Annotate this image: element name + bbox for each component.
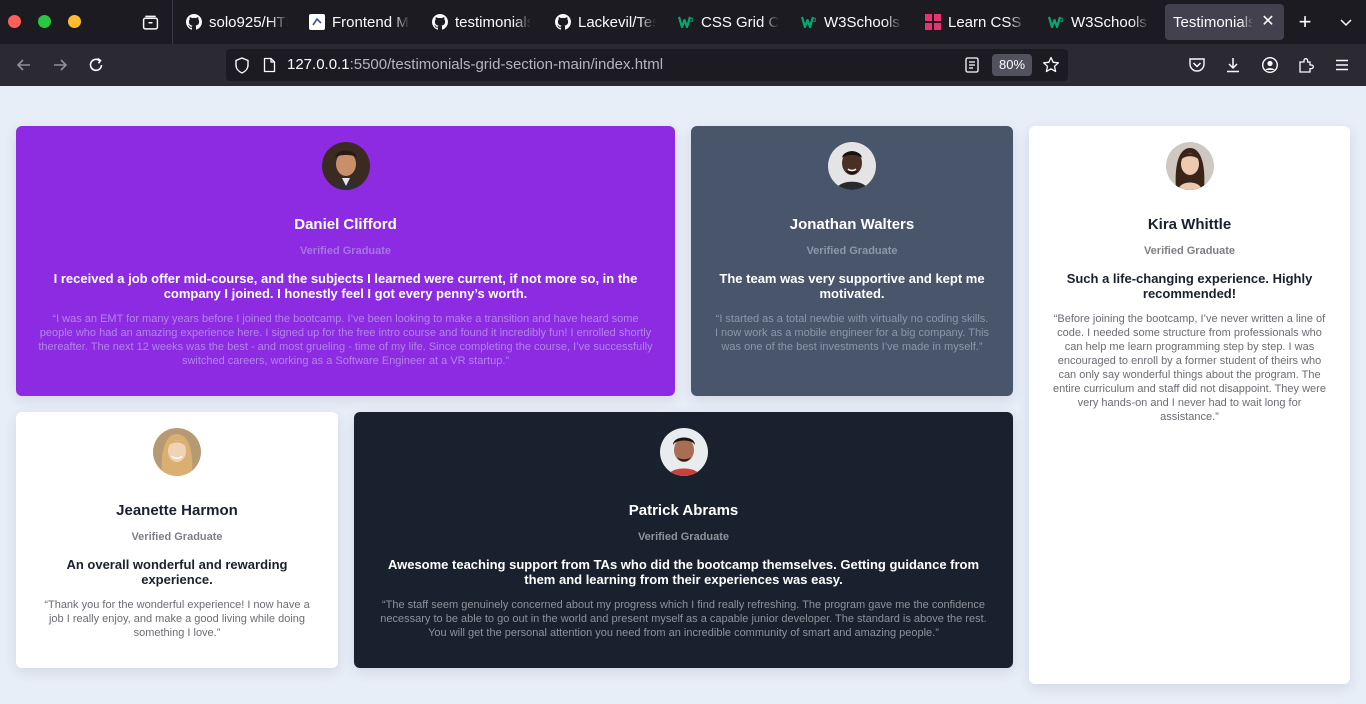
avatar bbox=[321, 142, 370, 190]
testimonial-headline: I received a job offer mid-course, and t… bbox=[53, 271, 638, 301]
extensions-icon[interactable] bbox=[1295, 54, 1317, 76]
tab-solo925[interactable]: solo925/HTML bbox=[178, 4, 296, 40]
browser-nav-bar: 127.0.0.1:5500/testimonials-grid-section… bbox=[0, 44, 1366, 86]
testimonial-quote: “I was an EMT for many years before I jo… bbox=[38, 313, 653, 367]
tab-frontend-mentor[interactable]: Frontend Mentor bbox=[301, 4, 418, 40]
back-arrow-icon[interactable] bbox=[10, 52, 38, 78]
svg-text:3: 3 bbox=[690, 18, 694, 24]
testimonial-headline: Such a life-changing experience. Highly … bbox=[1066, 271, 1313, 301]
shield-icon[interactable] bbox=[233, 56, 251, 74]
tab-label: Frontend Mentor bbox=[332, 13, 410, 31]
tab-label: CSS Grid Container bbox=[701, 13, 779, 31]
window-minimize-button[interactable] bbox=[68, 15, 81, 28]
forward-arrow-icon[interactable] bbox=[46, 52, 74, 78]
new-tab-icon[interactable]: + bbox=[1291, 8, 1319, 36]
github-icon bbox=[555, 14, 571, 30]
tab-css-grid-container[interactable]: 3 CSS Grid Container bbox=[670, 4, 787, 40]
tab-lackevil[interactable]: Lackevil/Testimonials bbox=[547, 4, 664, 40]
testimonial-headline: An overall wonderful and rewarding exper… bbox=[66, 557, 288, 587]
window-maximize-button[interactable] bbox=[38, 15, 51, 28]
tab-label: Testimonials bbox=[1173, 13, 1253, 31]
person-name: Jeanette Harmon bbox=[116, 502, 238, 519]
tab-w3schools-tryit-1[interactable]: 3 W3Schools Tryit bbox=[793, 4, 910, 40]
person-name: Patrick Abrams bbox=[628, 502, 739, 519]
url-text[interactable]: 127.0.0.1:5500/testimonials-grid-section… bbox=[287, 56, 663, 74]
tab-testimonials-grid[interactable]: testimonials-grid bbox=[424, 4, 539, 40]
testimonial-card-kira: Kira Whittle Verified Graduate Such a li… bbox=[1029, 126, 1350, 684]
verified-badge: Verified Graduate bbox=[806, 245, 898, 257]
w3schools-icon: 3 bbox=[678, 14, 694, 30]
tab-label: Lackevil/Testimonials bbox=[578, 13, 656, 31]
tab-testimonials-active[interactable]: Testimonials ✕ bbox=[1165, 4, 1284, 40]
verified-badge: Verified Graduate bbox=[1143, 245, 1236, 257]
firefox-view-button[interactable] bbox=[134, 8, 166, 36]
grid-icon bbox=[925, 14, 941, 30]
tab-learn-css-grid[interactable]: Learn CSS Grid bbox=[917, 4, 1034, 40]
testimonial-card-daniel: Daniel Clifford Verified Graduate I rece… bbox=[16, 126, 675, 396]
url-bar[interactable]: 127.0.0.1:5500/testimonials-grid-section… bbox=[226, 49, 1068, 81]
person-name: Kira Whittle bbox=[1147, 216, 1232, 233]
avatar bbox=[828, 142, 876, 190]
avatar bbox=[1165, 142, 1214, 190]
url-path: :5500/testimonials-grid-section-main/ind… bbox=[349, 56, 664, 73]
chevron-down-icon[interactable] bbox=[1332, 8, 1360, 36]
verified-badge: Verified Graduate bbox=[637, 531, 730, 543]
avatar bbox=[153, 428, 201, 476]
verified-badge: Verified Graduate bbox=[131, 531, 223, 543]
firefox-view-icon bbox=[142, 15, 158, 30]
testimonial-quote: “Thank you for the wonderful experience!… bbox=[44, 599, 310, 639]
avatar bbox=[659, 428, 708, 476]
w3schools-icon: 3 bbox=[801, 14, 817, 30]
page-icon[interactable] bbox=[261, 56, 277, 74]
testimonial-card-patrick: Patrick Abrams Verified Graduate Awesome… bbox=[354, 412, 1013, 668]
tab-label: W3Schools Tryit bbox=[1071, 13, 1149, 31]
reload-icon[interactable] bbox=[82, 52, 110, 78]
tab-label: Learn CSS Grid bbox=[948, 13, 1026, 31]
w3schools-icon: 3 bbox=[1048, 14, 1064, 30]
frontend-mentor-icon bbox=[309, 14, 325, 30]
testimonial-card-jeanette: Jeanette Harmon Verified Graduate An ove… bbox=[16, 412, 338, 668]
window-close-button[interactable] bbox=[8, 15, 21, 28]
testimonial-card-jonathan: Jonathan Walters Verified Graduate The t… bbox=[691, 126, 1013, 396]
tab-label: W3Schools Tryit bbox=[824, 13, 902, 31]
close-tab-icon[interactable]: ✕ bbox=[1260, 14, 1276, 30]
hamburger-menu-icon[interactable] bbox=[1331, 54, 1353, 76]
download-icon[interactable] bbox=[1222, 54, 1244, 76]
person-name: Daniel Clifford bbox=[294, 216, 397, 233]
pocket-icon[interactable] bbox=[1186, 54, 1208, 76]
svg-text:3: 3 bbox=[1060, 18, 1064, 24]
bookmark-star-icon[interactable] bbox=[1041, 55, 1061, 75]
tab-label: testimonials-grid bbox=[455, 13, 531, 31]
svg-text:3: 3 bbox=[813, 18, 817, 24]
tabs-divider bbox=[172, 0, 173, 44]
person-name: Jonathan Walters bbox=[789, 216, 915, 233]
tab-w3schools-tryit-2[interactable]: 3 W3Schools Tryit bbox=[1040, 4, 1157, 40]
testimonial-quote: “The staff seem genuinely concerned abou… bbox=[380, 599, 987, 639]
account-icon[interactable] bbox=[1259, 54, 1281, 76]
testimonial-quote: “Before joining the bootcamp, I’ve never… bbox=[1053, 313, 1326, 423]
testimonial-headline: The team was very supportive and kept me… bbox=[719, 271, 985, 301]
testimonial-quote: “I started as a total newbie with virtua… bbox=[714, 313, 990, 353]
reader-view-icon[interactable] bbox=[963, 56, 981, 74]
tab-label: solo925/HTML bbox=[209, 13, 288, 31]
testimonial-headline: Awesome teaching support from TAs who di… bbox=[387, 557, 980, 587]
zoom-level-badge[interactable]: 80% bbox=[992, 54, 1032, 76]
github-icon bbox=[186, 14, 202, 30]
browser-tab-bar: solo925/HTML Frontend Mentor testimonial… bbox=[0, 0, 1366, 44]
verified-badge: Verified Graduate bbox=[299, 245, 392, 257]
url-host: 127.0.0.1 bbox=[287, 56, 350, 73]
github-icon bbox=[432, 14, 448, 30]
